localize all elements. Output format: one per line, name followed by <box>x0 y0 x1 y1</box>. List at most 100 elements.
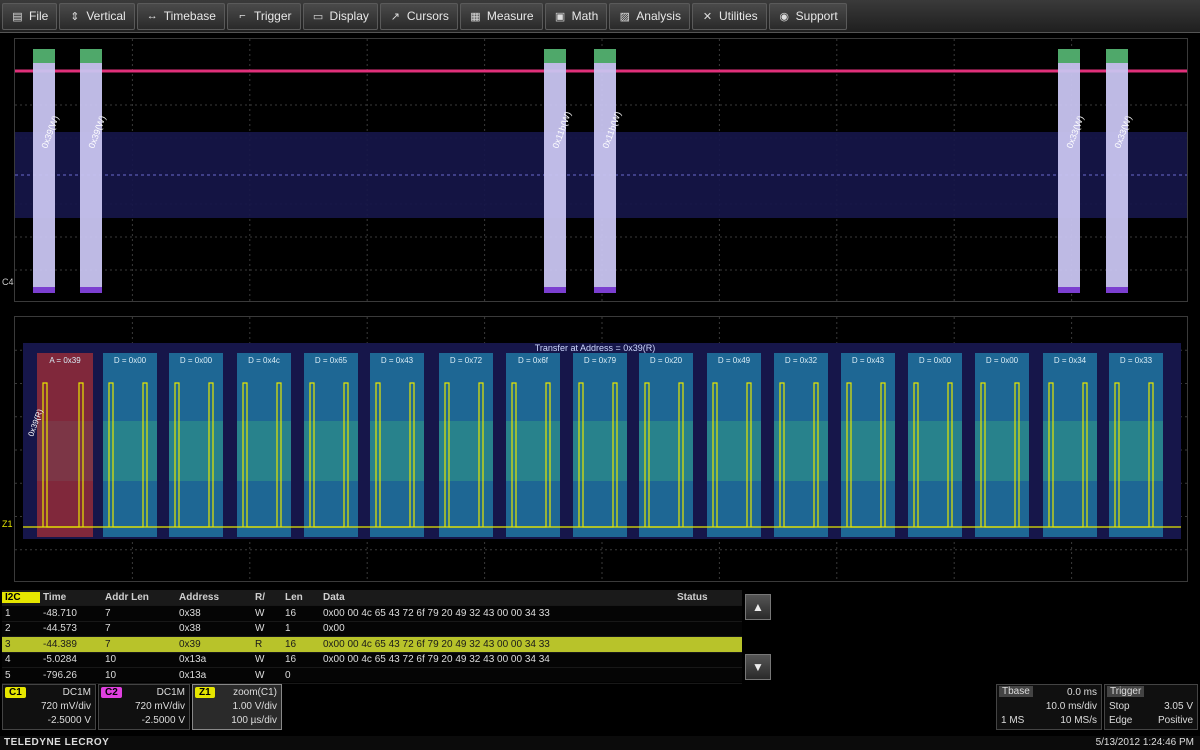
vertical-icon: ⇕ <box>70 10 80 23</box>
col-addr-len[interactable]: Addr Len <box>102 592 176 603</box>
cell-label: A = 0x39 <box>49 356 81 365</box>
menu-utilities[interactable]: ✕ Utilities <box>691 2 767 30</box>
trigger-type: Edge <box>1109 715 1133 726</box>
menu-label: Utilities <box>718 9 758 23</box>
trigger-info[interactable]: Trigger Stop 3.05 V Edge Positive <box>1104 684 1198 730</box>
cell-label: D = 0x6f <box>518 356 549 365</box>
transfer-title: Transfer at Address = 0x39(R) <box>535 343 655 353</box>
menu-label: Display <box>329 9 369 23</box>
col-time[interactable]: Time <box>40 592 102 603</box>
main-grid-channel-marker: C4 <box>2 277 14 287</box>
cell-address: 0x39 <box>179 638 201 650</box>
col-len[interactable]: Len <box>282 592 320 603</box>
cell-len: 1 <box>285 623 291 635</box>
menu-display[interactable]: ▭ Display <box>302 2 378 30</box>
decode-burst <box>544 49 566 293</box>
cell-time: -796.26 <box>43 669 77 681</box>
col-data[interactable]: Data <box>320 592 674 603</box>
math-icon: ▣ <box>554 10 566 23</box>
cell-rw: W <box>255 623 265 635</box>
cell-label: D = 0x49 <box>718 356 751 365</box>
menu-trigger[interactable]: ⌐ Trigger <box>226 2 301 30</box>
trigger-label: Trigger <box>1107 686 1145 697</box>
cell-time: -5.0284 <box>43 654 77 666</box>
cell-rw: W <box>255 669 265 681</box>
decode-burst <box>33 49 55 293</box>
cell-label: D = 0x43 <box>852 356 885 365</box>
channel-2-coupling: DC1M <box>156 687 185 698</box>
channel-1-vdiv: 720 mV/div <box>40 701 91 712</box>
table-row[interactable]: 1 -48.710 7 0x38 W 16 0x00 00 4c 65 43 72 6f 7… <box>2 606 742 622</box>
table-row[interactable]: 2 -44.573 7 0x38 W 1 0x00 <box>2 622 742 637</box>
cell-label: D = 0x00 <box>180 356 213 365</box>
menu-timebase[interactable]: ↔ Timebase <box>136 2 225 30</box>
menu-vertical[interactable]: ⇕ Vertical <box>59 2 135 30</box>
main-waveform-grid[interactable]: 0x39(W) 0x39(W) 0x11b(W) 0x11b(W) 0x33(W) 0x3… <box>14 38 1188 302</box>
channel-2-info[interactable]: C2 DC1M 720 mV/div -2.5000 V <box>98 684 190 730</box>
cell-label: D = 0x34 <box>1054 356 1087 365</box>
cell-label: D = 0x33 <box>1120 356 1153 365</box>
col-rw[interactable]: R/ <box>252 592 282 603</box>
cell-data: 0x00 00 4c 65 43 72 6f 79 20 49 32 43 00… <box>323 607 550 619</box>
menu-bar: ▤ File ⇕ Vertical ↔ Timebase ⌐ Trigger ▭ Display ↗… <box>0 0 1200 33</box>
burst-end <box>1058 287 1080 293</box>
cell-rw: W <box>255 607 265 619</box>
cell-band <box>841 421 895 481</box>
timebase-points: 1 MS <box>1001 715 1025 726</box>
zoom-waveform-grid[interactable]: Transfer at Address = 0x39(R) A = 0x39 D =… <box>14 316 1188 582</box>
burst-end <box>594 287 616 293</box>
table-tag: I2C <box>2 592 40 603</box>
cell-label: D = 0x72 <box>450 356 483 365</box>
menu-file[interactable]: ▤ File <box>2 2 58 30</box>
cell-label: D = 0x43 <box>381 356 414 365</box>
zoom-vdiv: 1.00 V/div <box>232 701 277 712</box>
cell-idx: 3 <box>5 638 11 650</box>
cell-label: D = 0x79 <box>584 356 617 365</box>
scroll-down-button[interactable]: ▼ <box>745 654 771 680</box>
menu-label: Vertical <box>86 9 126 23</box>
cell-band <box>506 421 560 481</box>
channel-1-info[interactable]: C1 DC1M 720 mV/div -2.5000 V <box>2 684 96 730</box>
channel-1-tag: C1 <box>5 687 26 698</box>
status-bar: TELEDYNE LECROY 5/13/2012 1:24:46 PM <box>0 736 1200 750</box>
file-icon: ▤ <box>12 10 23 23</box>
cell-band <box>1109 421 1163 481</box>
cell-addrlen: 7 <box>105 607 111 619</box>
utilities-icon: ✕ <box>702 10 713 23</box>
menu-label: Math <box>571 9 599 23</box>
zoom-info[interactable]: Z1 zoom(C1) 1.00 V/div 100 µs/div <box>192 684 282 730</box>
burst-end <box>80 287 102 293</box>
cell-rw: R <box>255 638 263 650</box>
table-row[interactable]: 4 -5.0284 10 0x13a W 16 0x00 00 4c 65 43 72 6f… <box>2 653 742 668</box>
col-address[interactable]: Address <box>176 592 252 603</box>
decode-burst <box>1106 49 1128 293</box>
cell-band <box>237 421 291 481</box>
menu-analysis[interactable]: ▨ Analysis <box>609 2 690 30</box>
channel-2-tag: C2 <box>101 687 122 698</box>
datetime: 5/13/2012 1:24:46 PM <box>1095 737 1194 748</box>
zoom-grid-channel-marker: Z1 <box>2 519 13 529</box>
menu-label: Cursors <box>406 9 449 23</box>
cell-label: D = 0x32 <box>785 356 818 365</box>
cell-band <box>103 421 157 481</box>
col-status[interactable]: Status <box>674 592 734 603</box>
zoom-waveform-plot: Transfer at Address = 0x39(R) A = 0x39 D =… <box>15 317 1187 581</box>
cell-label: D = 0x00 <box>919 356 952 365</box>
cell-address: 0x38 <box>179 623 201 635</box>
timebase-info[interactable]: Tbase 0.0 ms 10.0 ms/div 1 MS 10 MS/s <box>996 684 1102 730</box>
trigger-level: 3.05 V <box>1164 701 1193 712</box>
menu-support[interactable]: ◉ Support <box>768 2 847 30</box>
burst-end <box>1106 287 1128 293</box>
menu-measure[interactable]: ▦ Measure <box>459 2 543 30</box>
menu-math[interactable]: ▣ Math <box>544 2 608 30</box>
burst-start <box>1058 49 1080 63</box>
table-row[interactable]: 3 -44.389 7 0x39 R 16 0x00 00 4c 65 43 72 6f 7… <box>2 637 742 653</box>
cell-band <box>774 421 828 481</box>
menu-cursors[interactable]: ↗ Cursors <box>379 2 458 30</box>
table-row[interactable]: 5 -796.26 10 0x13a W 0 <box>2 668 742 684</box>
timebase-label: Tbase <box>999 686 1033 697</box>
decode-burst <box>1058 49 1080 293</box>
scroll-up-button[interactable]: ▲ <box>745 594 771 620</box>
main-waveform-plot: 0x39(W) 0x39(W) 0x11b(W) 0x11b(W) 0x33(W) 0x3… <box>15 39 1187 301</box>
cell-label: D = 0x65 <box>315 356 348 365</box>
